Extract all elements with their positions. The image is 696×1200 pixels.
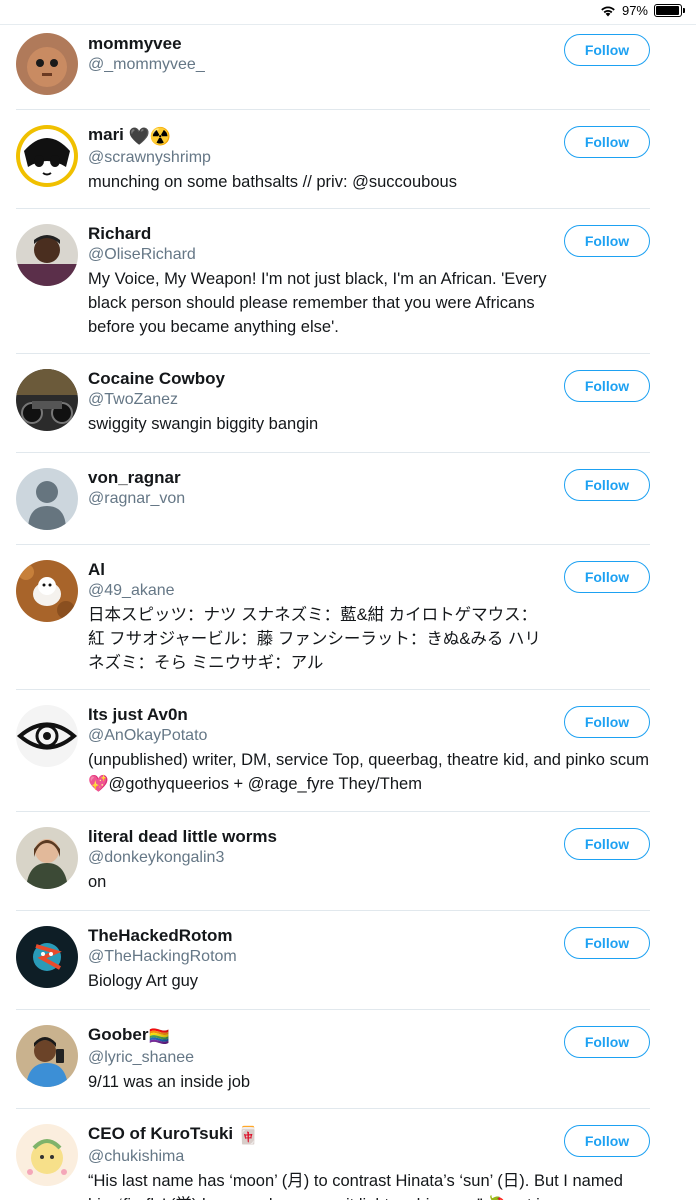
user-bio: swiggity swangin biggity bangin — [88, 415, 319, 433]
battery-percentage: 97% — [621, 3, 648, 18]
list-item[interactable]: TheHackedRotom @TheHackingRotom Biology … — [16, 911, 650, 1010]
follow-button[interactable]: Follow — [564, 1125, 650, 1157]
avatar[interactable] — [16, 1124, 78, 1186]
list-item[interactable]: Cocaine Cowboy @TwoZanez swiggity swangi… — [16, 354, 650, 453]
status-indicators: 97% — [600, 3, 685, 18]
avatar[interactable] — [16, 926, 78, 988]
list-item[interactable]: Its just Av0n @AnOkayPotato (unpublished… — [16, 690, 650, 812]
follow-button[interactable]: Follow — [564, 34, 650, 66]
follow-button[interactable]: Follow — [564, 225, 650, 257]
avatar[interactable] — [16, 827, 78, 889]
user-handle[interactable]: @TwoZanez — [88, 389, 550, 410]
follow-button[interactable]: Follow — [564, 927, 650, 959]
follow-button[interactable]: Follow — [564, 126, 650, 158]
follow-button[interactable]: Follow — [564, 370, 650, 402]
avatar[interactable] — [16, 1025, 78, 1087]
list-item[interactable]: mari 🖤☢️ @scrawnyshrimp munching on some… — [16, 110, 650, 209]
list-item[interactable]: von_ragnar @ragnar_von Follow — [16, 453, 650, 545]
follow-button[interactable]: Follow — [564, 561, 650, 593]
user-name[interactable]: Goober🏳️‍🌈 — [88, 1024, 550, 1047]
user-bio: (unpublished) writer, DM, service Top, q… — [88, 751, 649, 793]
avatar[interactable] — [16, 224, 78, 286]
user-list: mommyvee @_mommyvee_ Follow mari 🖤☢️ @sc… — [0, 25, 696, 1200]
user-handle[interactable]: @49_akane — [88, 580, 550, 601]
status-bar: 97% — [0, 0, 696, 25]
avatar[interactable] — [16, 560, 78, 622]
user-handle[interactable]: @donkeykongalin3 — [88, 847, 550, 868]
list-item[interactable]: Goober🏳️‍🌈 @lyric_shanee 9/11 was an ins… — [16, 1010, 650, 1109]
user-bio: “His last name has ‘moon’ (月) to contras… — [88, 1172, 623, 1200]
follow-button[interactable]: Follow — [564, 469, 650, 501]
user-name[interactable]: Al — [88, 559, 550, 580]
avatar[interactable] — [16, 705, 78, 767]
user-name[interactable]: von_ragnar — [88, 467, 550, 488]
mahjong-emoji: 🀄 — [237, 1126, 260, 1145]
user-bio: 日本スピッツ：ナツ スナネズミ：藍&紺 カイロトゲマウス：紅 フサオジャービル：… — [88, 606, 541, 672]
wifi-icon — [601, 5, 615, 16]
follow-button[interactable]: Follow — [564, 706, 650, 738]
battery-icon — [654, 4, 685, 17]
user-handle[interactable]: @OliseRichard — [88, 244, 550, 265]
user-name[interactable]: TheHackedRotom — [88, 925, 550, 946]
list-item[interactable]: CEO of KuroTsuki 🀄 @chukishima “His last… — [16, 1109, 650, 1200]
avatar[interactable] — [16, 369, 78, 431]
user-bio: on — [88, 873, 107, 891]
user-handle[interactable]: @_mommyvee_ — [88, 54, 550, 75]
follow-button[interactable]: Follow — [564, 1026, 650, 1058]
user-handle[interactable]: @TheHackingRotom — [88, 946, 550, 967]
user-name[interactable]: Richard — [88, 223, 550, 244]
rainbow-flag-emoji: 🏳️‍🌈 — [148, 1027, 170, 1046]
avatar[interactable] — [16, 33, 78, 95]
user-handle[interactable]: @ragnar_von — [88, 488, 550, 509]
list-item[interactable]: Richard @OliseRichard My Voice, My Weapo… — [16, 209, 650, 354]
user-name[interactable]: mommyvee — [88, 33, 550, 54]
user-name[interactable]: literal dead little worms — [88, 826, 550, 847]
user-name[interactable]: mari 🖤☢️ — [88, 124, 550, 147]
default-avatar-icon — [16, 468, 78, 530]
list-item[interactable]: Al @49_akane 日本スピッツ：ナツ スナネズミ：藍&紺 カイロトゲマウ… — [16, 545, 650, 690]
list-item[interactable]: literal dead little worms @donkeykongali… — [16, 812, 650, 911]
user-name[interactable]: Cocaine Cowboy — [88, 368, 550, 389]
follow-button[interactable]: Follow — [564, 828, 650, 860]
user-bio: Biology Art guy — [88, 972, 199, 990]
user-bio: My Voice, My Weapon! I'm not just black,… — [88, 270, 547, 336]
list-item[interactable]: mommyvee @_mommyvee_ Follow — [16, 25, 650, 110]
heart-radioactive-emoji: 🖤☢️ — [128, 127, 171, 146]
user-handle[interactable]: @scrawnyshrimp — [88, 147, 550, 168]
user-bio: munching on some bathsalts // priv: @suc… — [88, 173, 457, 191]
user-bio: 9/11 was an inside job — [88, 1073, 251, 1091]
user-handle[interactable]: @lyric_shanee — [88, 1047, 550, 1068]
avatar[interactable] — [16, 468, 78, 530]
avatar[interactable] — [16, 125, 78, 187]
